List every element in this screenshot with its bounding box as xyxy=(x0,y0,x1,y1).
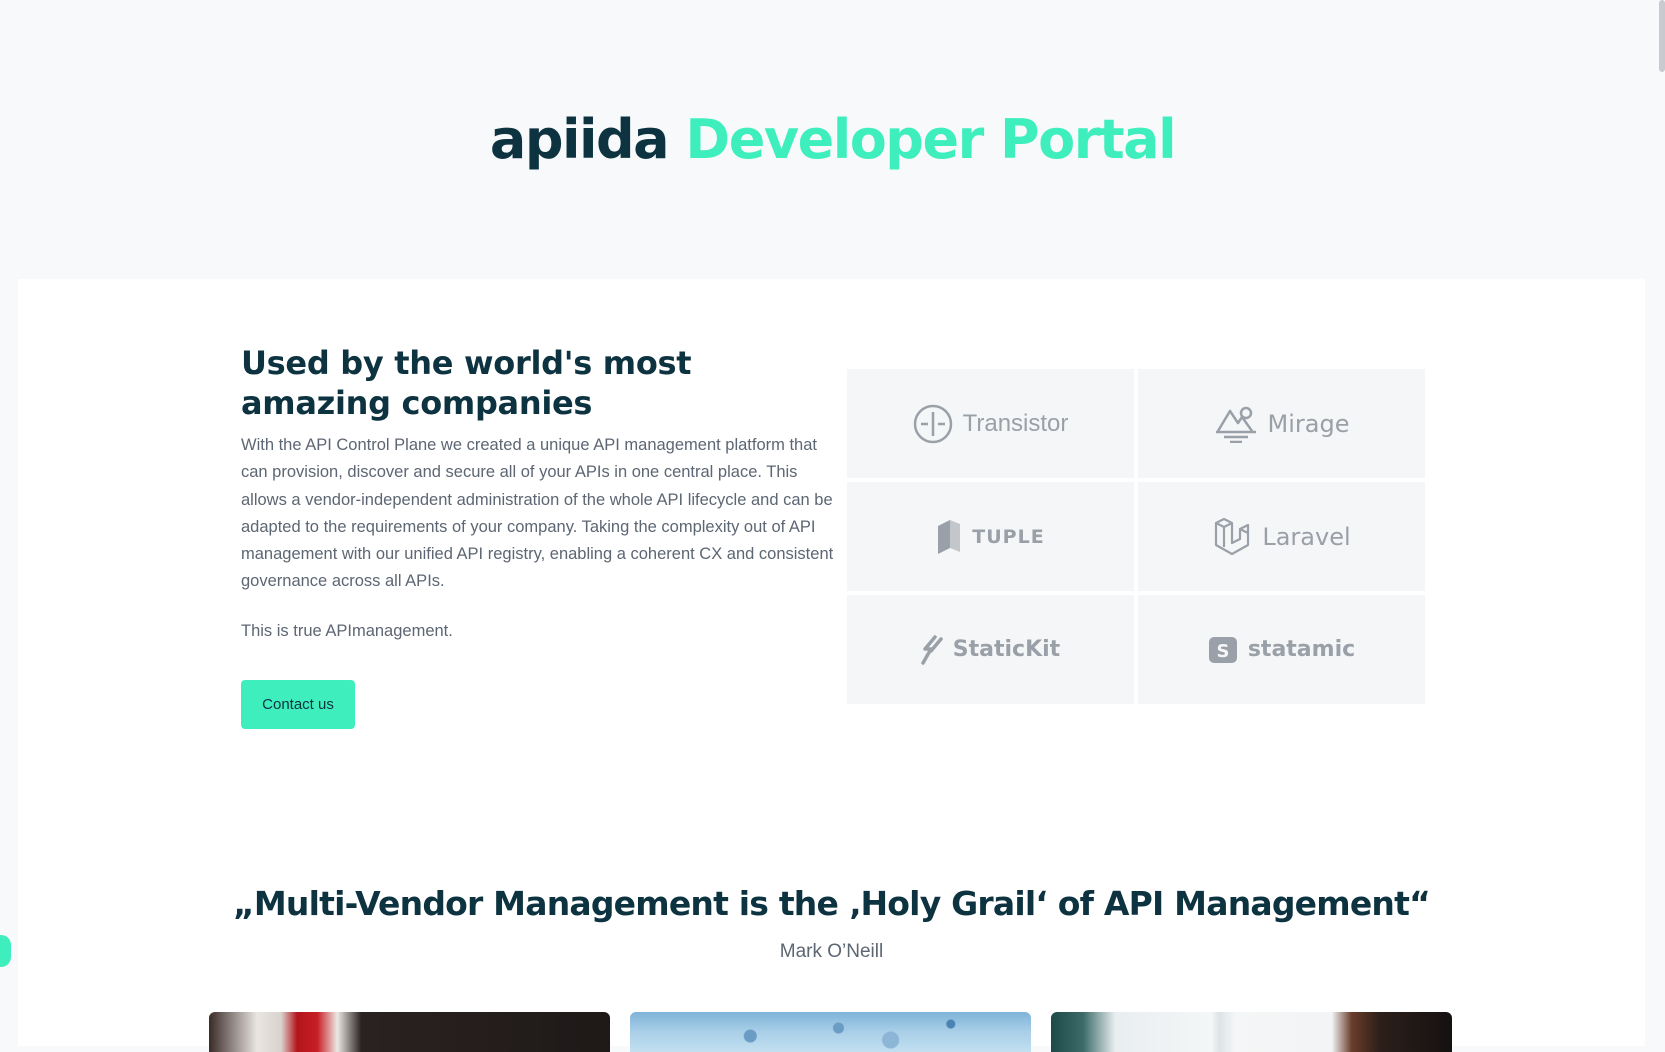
logo-statamic: S statamic xyxy=(1138,595,1425,704)
statickit-icon xyxy=(921,634,943,665)
laravel-icon xyxy=(1215,517,1250,555)
logo-statickit: StaticKit xyxy=(847,595,1134,704)
portal-name: Developer Portal xyxy=(685,108,1176,171)
chat-widget-button[interactable] xyxy=(0,935,11,967)
tuple-icon xyxy=(938,519,961,554)
customer-logo-grid: Transistor Mirage TUPLE Laravel StaticKi… xyxy=(847,369,1425,704)
logo-label: Mirage xyxy=(1267,409,1350,438)
mirage-icon xyxy=(1215,406,1256,443)
feature-card-image-2[interactable] xyxy=(630,1012,1031,1052)
logo-label: Transistor xyxy=(962,409,1069,437)
logo-laravel: Laravel xyxy=(1138,482,1425,591)
contact-us-button[interactable]: Contact us xyxy=(241,680,355,729)
customers-tagline: This is true APImanagement. xyxy=(241,622,453,640)
logo-label: StaticKit xyxy=(952,637,1061,662)
statamic-icon: S xyxy=(1208,636,1237,663)
logo-transistor: Transistor xyxy=(847,369,1134,478)
scrollbar-thumb[interactable] xyxy=(1659,0,1665,72)
logo-tuple: TUPLE xyxy=(847,482,1134,591)
feature-card-image-1[interactable] xyxy=(209,1012,610,1052)
logo-label: statamic xyxy=(1247,637,1356,662)
logo-label: TUPLE xyxy=(972,525,1045,548)
transistor-icon xyxy=(913,404,952,443)
testimonial-author: Mark O’Neill xyxy=(779,941,884,962)
logo-label: Laravel xyxy=(1262,522,1351,551)
customers-heading: Used by the world's most amazing compani… xyxy=(241,344,692,422)
svg-text:S: S xyxy=(1216,641,1229,662)
logo-mirage: Mirage xyxy=(1138,369,1425,478)
feature-card-image-3[interactable] xyxy=(1051,1012,1452,1052)
customers-description: With the API Control Plane we created a … xyxy=(241,436,834,591)
page-title: apiida Developer Portal xyxy=(0,108,1665,172)
world-map-graphic xyxy=(630,1012,1031,1052)
brand-name: apiida xyxy=(489,108,670,171)
content-panel: Used by the world's most amazing compani… xyxy=(18,279,1645,1052)
scrollbar[interactable] xyxy=(1655,0,1665,1046)
testimonial-quote: „Multi-Vendor Management is the ‚Holy Gr… xyxy=(233,884,1431,923)
